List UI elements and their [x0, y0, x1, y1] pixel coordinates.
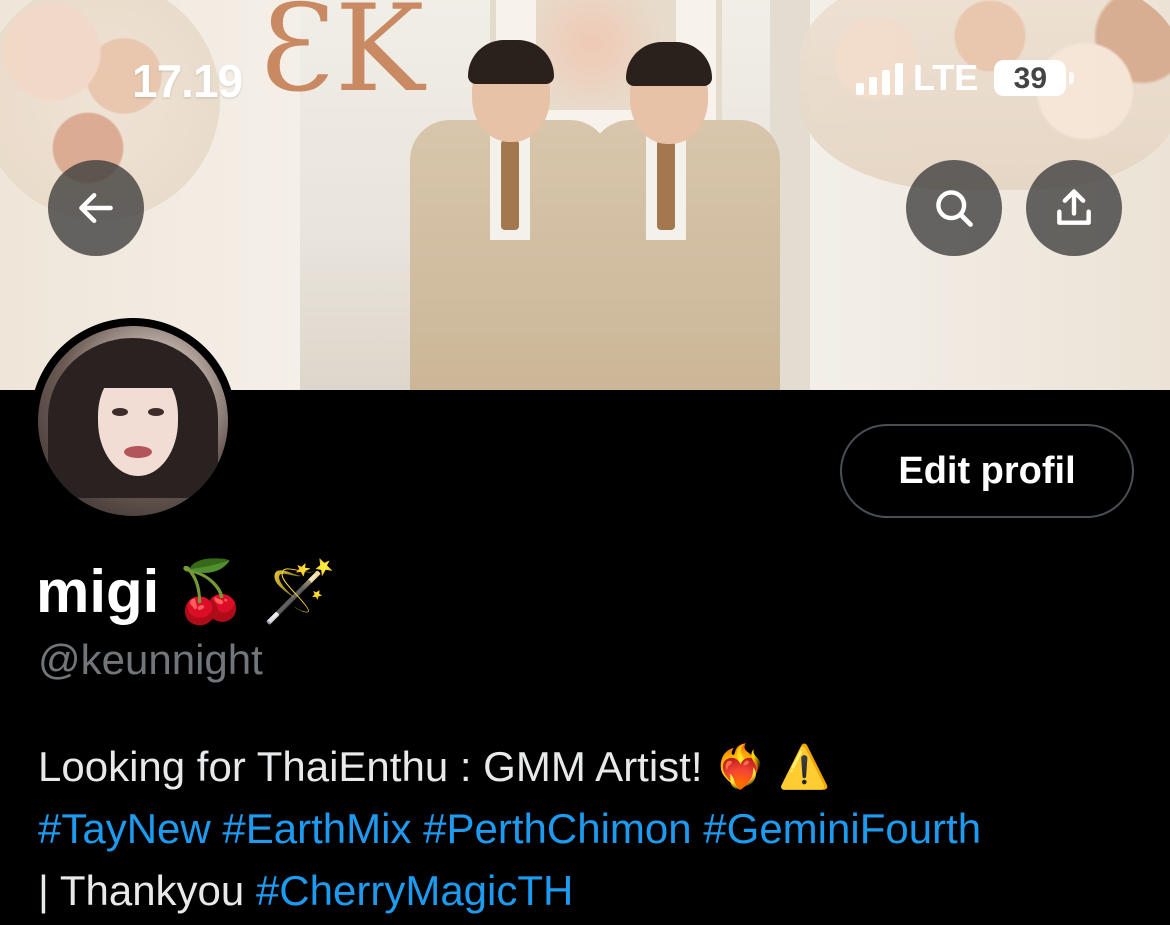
hashtag-link[interactable]: #PerthChimon — [423, 805, 691, 852]
banner-person-right — [590, 30, 780, 390]
warning-emoji-icon: ⚠️ — [778, 743, 831, 790]
cellular-signal-icon — [856, 61, 903, 95]
edit-profile-button[interactable]: Edit profil — [840, 424, 1134, 518]
status-indicators: LTE 39 — [856, 57, 1075, 98]
bio-line-1: Looking for ThaiEnthu : GMM Artist! ❤️‍🔥… — [38, 736, 1148, 798]
share-upload-icon — [1057, 189, 1091, 225]
user-handle: @keunnight — [38, 636, 263, 683]
banner-person-left — [410, 30, 610, 390]
bio-line-3: | Thankyou #CherryMagicTH — [38, 860, 1148, 922]
profile-avatar[interactable] — [30, 318, 236, 524]
arrow-left-icon — [79, 192, 113, 224]
cherry-emoji-icon: 🍒 — [173, 558, 249, 625]
hashtag-link[interactable]: #GeminiFourth — [703, 805, 981, 852]
hashtag-link[interactable]: #CherryMagicTH — [256, 867, 573, 914]
share-button[interactable] — [1026, 160, 1122, 256]
profile-bio: Looking for ThaiEnthu : GMM Artist! ❤️‍🔥… — [38, 736, 1148, 922]
magic-wand-emoji-icon: 🪄 — [262, 558, 337, 625]
display-name: migi — [36, 558, 160, 625]
hashtag-link[interactable]: #TayNew — [38, 805, 211, 852]
bio-line-2: #TayNew #EarthMix #PerthChimon #GeminiFo… — [38, 798, 1148, 860]
battery-level: 39 — [1013, 62, 1048, 95]
display-name-row: migi 🍒 🪄 — [36, 556, 337, 627]
network-type: LTE — [913, 57, 979, 98]
battery-icon: 39 — [994, 60, 1075, 96]
search-icon — [936, 190, 973, 227]
back-button[interactable] — [48, 160, 144, 256]
avatar-image — [38, 326, 228, 516]
search-button[interactable] — [906, 160, 1002, 256]
bio-text: | Thankyou — [38, 867, 245, 914]
bio-text: Looking for ThaiEnthu : GMM Artist! — [38, 743, 703, 790]
heart-on-fire-emoji-icon: ❤️‍🔥 — [714, 743, 767, 790]
banner-letter-decoration: ƐK — [260, 0, 425, 119]
status-time: 17.19 — [132, 55, 243, 107]
hashtag-link[interactable]: #EarthMix — [222, 805, 411, 852]
